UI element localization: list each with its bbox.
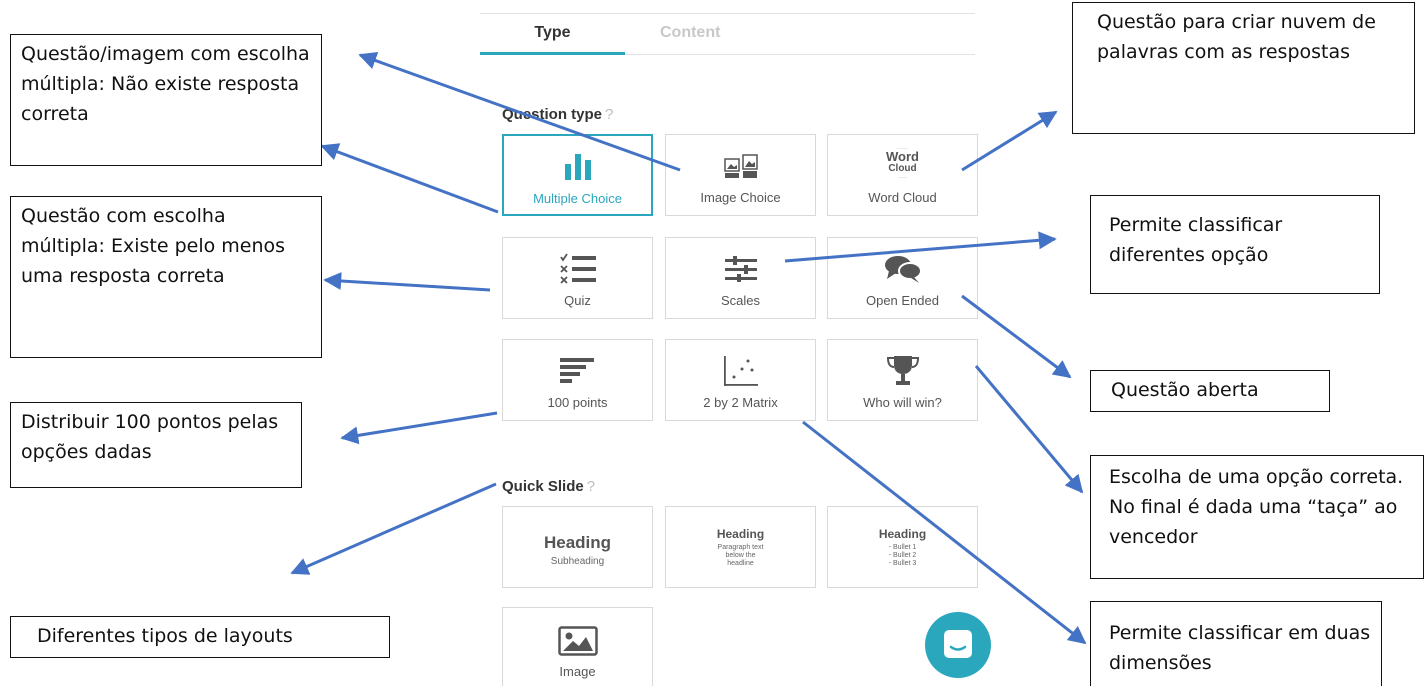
arrow-quick-slide <box>290 482 497 575</box>
arrow-100-points <box>340 411 498 445</box>
arrow-who-will-win <box>974 365 1084 494</box>
arrow-image-choice <box>358 52 681 172</box>
arrow-quiz <box>323 271 491 292</box>
annotation-100-points: Distribuir 100 pontos pelas opções dadas <box>10 402 302 488</box>
annotation-open-ended: Questão aberta <box>1090 370 1330 412</box>
arrow-matrix <box>802 420 1087 645</box>
annotation-who-will-win: Escolha de uma opção correta. No final é… <box>1090 455 1424 579</box>
annotation-layouts: Diferentes tipos de layouts <box>10 616 390 658</box>
annotation-matrix: Permite classificar em duas dimensões <box>1090 601 1382 686</box>
annotation-scales: Permite classificar diferentes opção <box>1090 195 1380 294</box>
annotation-quiz: Questão com escolha múltipla: Existe pel… <box>10 196 322 358</box>
arrow-scales <box>784 231 1057 263</box>
arrow-word-cloud <box>961 110 1058 172</box>
arrow-open-ended <box>961 294 1072 379</box>
annotation-word-cloud: Questão para criar nuvem de palavras com… <box>1072 2 1415 134</box>
annotation-choice-no-answer: Questão/imagem com escolha múltipla: Não… <box>10 34 322 166</box>
arrow-multiple-choice <box>320 143 499 214</box>
